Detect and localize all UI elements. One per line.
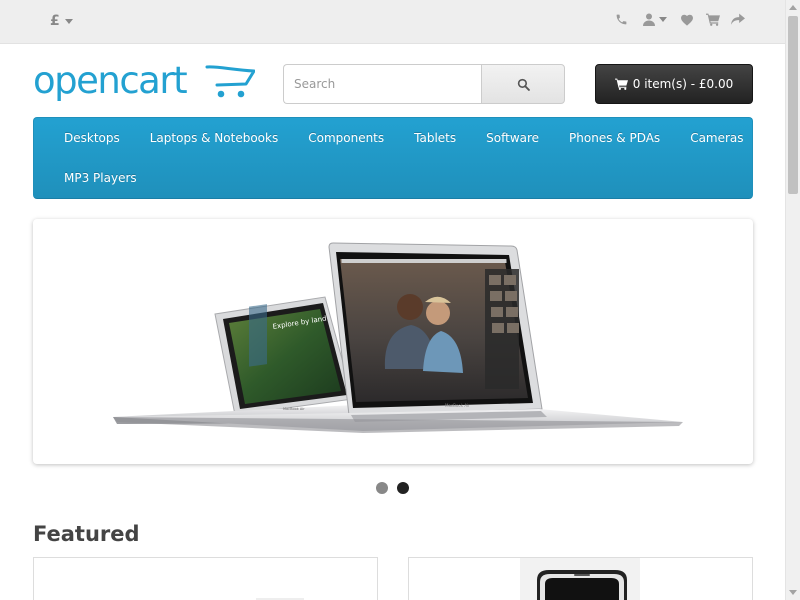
logo[interactable]: opencart bbox=[33, 59, 256, 108]
opencart-logo: opencart bbox=[33, 59, 256, 102]
shopping-cart-icon bbox=[614, 78, 628, 90]
scroll-down-arrow-icon[interactable] bbox=[789, 590, 797, 595]
macbook-banner-image: Explore by land MacBook Air MacBook Air bbox=[113, 242, 683, 433]
slide-laptop-brand-right: MacBook Air bbox=[445, 403, 470, 408]
slideshow-pager bbox=[376, 482, 409, 494]
cart-button[interactable]: 0 item(s) - £0.00 bbox=[595, 64, 753, 104]
menu-item-cameras[interactable]: Cameras bbox=[675, 118, 758, 158]
currency-dropdown[interactable]: £ bbox=[50, 13, 73, 29]
cart-total: 0 item(s) - £0.00 bbox=[632, 77, 734, 91]
menu-item-desktops[interactable]: Desktops bbox=[49, 118, 135, 158]
account-dropdown[interactable] bbox=[638, 10, 672, 28]
user-icon bbox=[643, 13, 655, 26]
main-menu: Desktops Laptops & Notebooks Components … bbox=[33, 117, 753, 199]
phone-icon[interactable] bbox=[612, 10, 630, 28]
slide-dot-2[interactable] bbox=[397, 482, 409, 494]
scroll-thumb[interactable] bbox=[788, 16, 798, 194]
search-input[interactable] bbox=[283, 64, 481, 104]
scroll-up-arrow-icon[interactable] bbox=[789, 5, 797, 10]
chevron-down-icon bbox=[64, 18, 73, 24]
slideshow[interactable]: Explore by land MacBook Air MacBook Air bbox=[33, 219, 753, 464]
slide-dot-1[interactable] bbox=[376, 482, 388, 494]
shopping-cart-icon[interactable] bbox=[704, 10, 722, 28]
search-icon bbox=[517, 78, 530, 91]
menu-item-components[interactable]: Components bbox=[293, 118, 399, 158]
chevron-down-icon bbox=[659, 16, 667, 22]
menu-item-tablets[interactable]: Tablets bbox=[399, 118, 471, 158]
page-scrollbar[interactable] bbox=[785, 0, 800, 600]
slide-laptop-brand-left: MacBook Air bbox=[283, 407, 305, 411]
featured-heading: Featured bbox=[33, 522, 140, 546]
logo-text: opencart bbox=[33, 62, 187, 102]
menu-row: MP3 Players bbox=[49, 158, 152, 198]
menu-item-phones-pdas[interactable]: Phones & PDAs bbox=[554, 118, 675, 158]
share-icon[interactable] bbox=[729, 10, 747, 28]
search-button[interactable] bbox=[481, 64, 565, 104]
product-image bbox=[256, 598, 304, 600]
currency-symbol: £ bbox=[50, 13, 60, 29]
product-image bbox=[520, 558, 640, 600]
product-card[interactable] bbox=[408, 557, 753, 600]
top-links bbox=[612, 10, 747, 28]
product-card[interactable] bbox=[33, 557, 378, 600]
search-group bbox=[283, 64, 565, 104]
menu-row: Desktops Laptops & Notebooks Components … bbox=[49, 118, 759, 158]
top-bar: £ bbox=[0, 0, 785, 44]
heart-icon[interactable] bbox=[678, 10, 696, 28]
menu-item-laptops-notebooks[interactable]: Laptops & Notebooks bbox=[135, 118, 293, 158]
menu-item-software[interactable]: Software bbox=[471, 118, 554, 158]
menu-item-mp3-players[interactable]: MP3 Players bbox=[49, 158, 152, 198]
